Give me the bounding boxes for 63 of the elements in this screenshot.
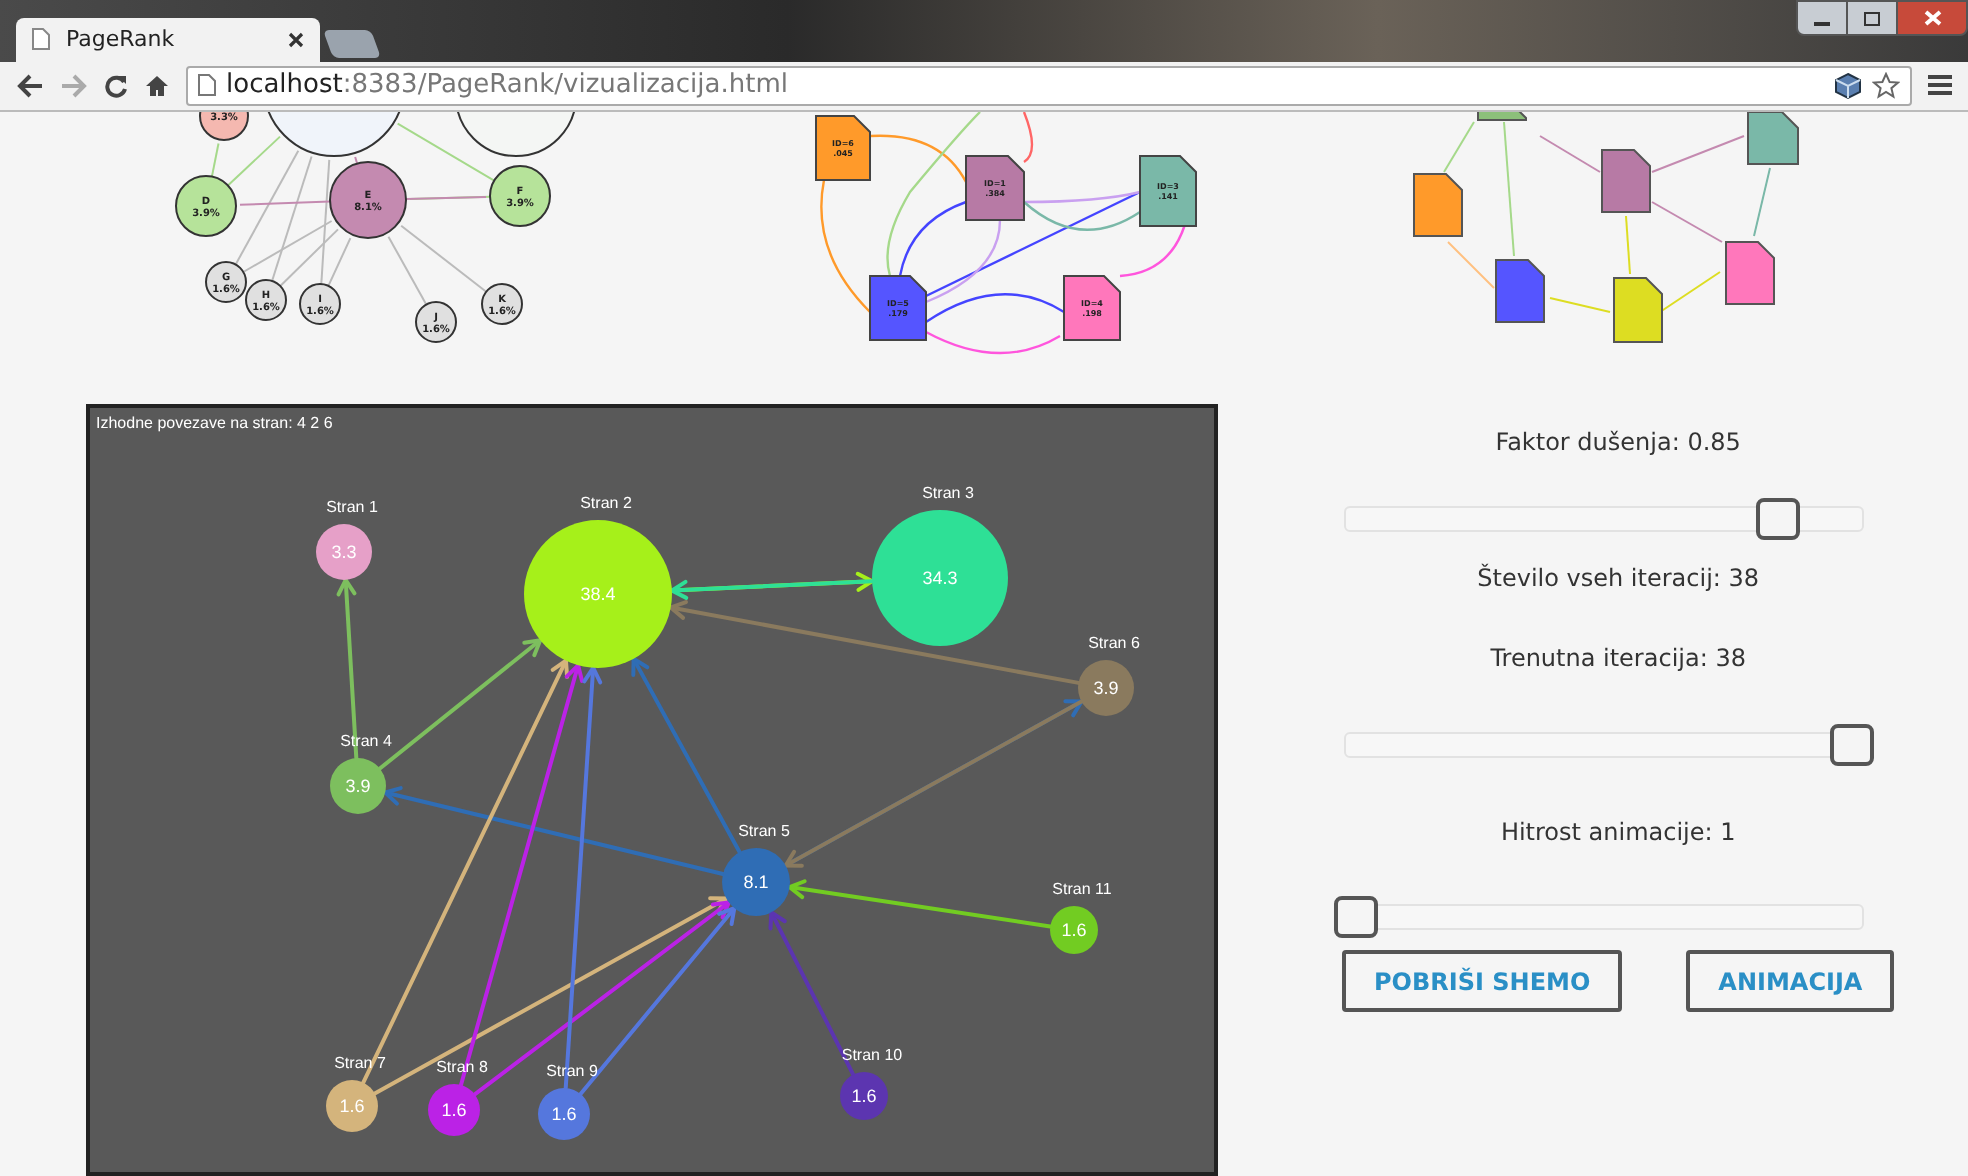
speed-label: Hitrost animacije: 1 [1500, 816, 1736, 850]
page-node[interactable] [538, 1088, 590, 1140]
page-icon [198, 74, 216, 97]
menu-icon[interactable] [1928, 74, 1952, 97]
node-label: Stran 1 [326, 498, 378, 516]
star-icon[interactable] [1872, 71, 1900, 100]
home-icon[interactable] [144, 73, 170, 98]
document-icon [1413, 173, 1463, 237]
maximize-icon [1864, 11, 1880, 25]
node-value: 1.6 [441, 1100, 467, 1120]
node-value: 1.6 [1061, 920, 1087, 940]
node-value: 3.3 [331, 542, 357, 562]
link-line [1022, 112, 1034, 163]
node-label: Stran 10 [841, 1046, 903, 1064]
page-node[interactable] [722, 848, 790, 916]
damping-label: Faktor dušenja: 0.85 [1495, 426, 1741, 460]
slider-thumb[interactable] [1334, 896, 1378, 938]
node-value: 3.9 [345, 776, 371, 796]
page-node[interactable] [428, 1084, 480, 1136]
page-node[interactable] [872, 510, 1008, 646]
node-label: Stran 2 [580, 494, 632, 512]
minimize-button[interactable] [1796, 0, 1848, 36]
page-node[interactable] [1078, 660, 1134, 716]
slider-thumb[interactable] [1755, 498, 1800, 540]
close-icon [1923, 10, 1941, 26]
page-node[interactable] [524, 520, 672, 668]
page-icon [32, 28, 50, 51]
total-iterations-label: Število vseh iteracij: 38 [1477, 561, 1760, 596]
document-icon [1601, 149, 1651, 213]
node-label: Stran 11 [1052, 880, 1112, 898]
maximize-button[interactable] [1848, 0, 1896, 36]
close-button[interactable] [1896, 0, 1968, 36]
new-tab-button[interactable] [322, 29, 382, 58]
node-value: 1.6 [339, 1096, 365, 1116]
node-value: 34.3 [922, 568, 958, 588]
browser-tab[interactable]: PageRank [16, 17, 320, 62]
graph-caption: Izhodne povezave na stran: 4 2 6 [96, 412, 333, 436]
reload-icon[interactable] [104, 73, 128, 98]
back-icon[interactable] [16, 73, 44, 98]
node-value: 1.6 [551, 1104, 577, 1124]
current-iteration-label: Trenutna iteracija: 38 [1490, 642, 1746, 676]
node-label: Stran 3 [922, 484, 974, 502]
address-bar[interactable]: localhost:8383/PageRank/vizualizacija.html [186, 65, 1912, 106]
minimize-icon [1814, 22, 1830, 26]
node-value: 1.6 [851, 1086, 877, 1106]
node-label: Stran 7 [334, 1054, 386, 1072]
page-node[interactable] [316, 524, 372, 580]
node-label: Stran 5 [738, 822, 790, 840]
close-icon[interactable] [288, 31, 304, 48]
cube-icon[interactable] [1834, 71, 1862, 100]
page-node[interactable] [326, 1080, 378, 1132]
node-value: 8.1 [743, 872, 769, 892]
url-text: localhost:8383/PageRank/vizualizacija.html [226, 68, 788, 105]
slider-thumb[interactable] [1830, 724, 1874, 766]
page-node[interactable] [330, 758, 386, 814]
document-icon [1725, 241, 1775, 305]
node-value: 38.4 [580, 584, 616, 604]
page-node[interactable] [1050, 906, 1098, 954]
node-value: 3.9 [1093, 678, 1119, 698]
link-line [925, 330, 1061, 355]
document-icon [1495, 259, 1545, 323]
node-label: Stran 6 [1088, 634, 1140, 652]
page-node[interactable] [840, 1072, 888, 1120]
